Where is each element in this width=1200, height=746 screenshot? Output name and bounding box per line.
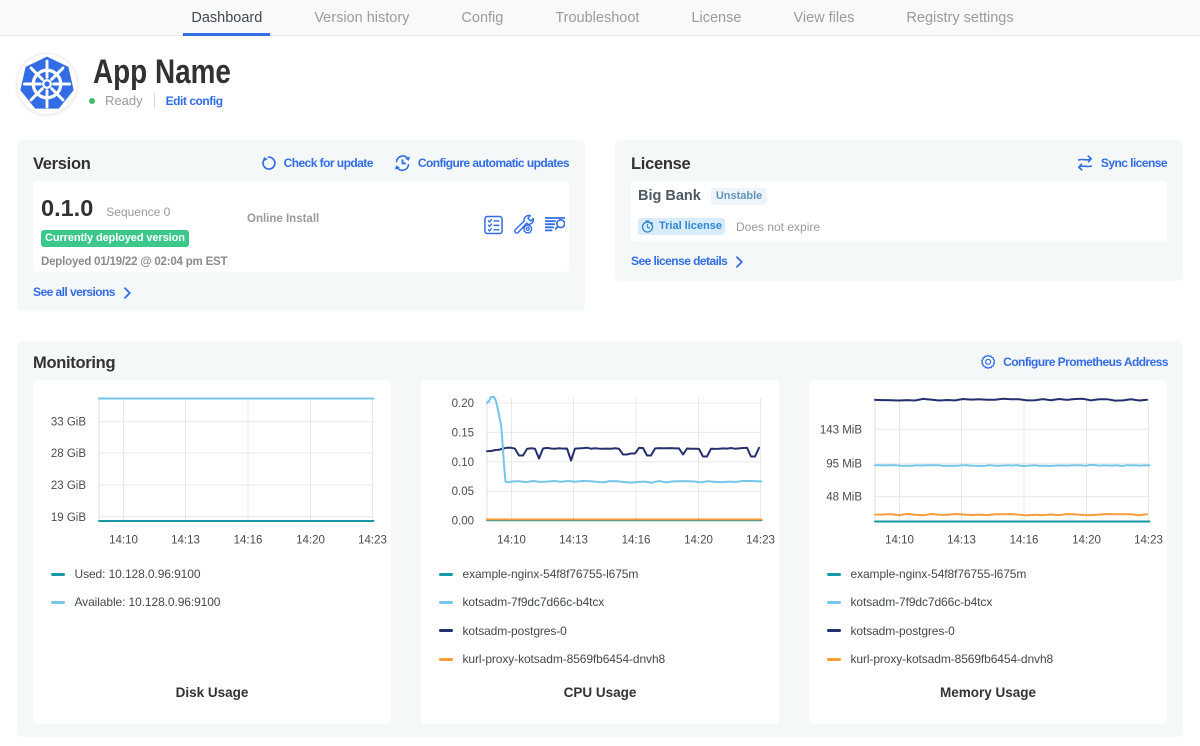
svg-text:14:13: 14:13 (947, 535, 976, 547)
svg-text:0.15: 0.15 (452, 427, 474, 439)
svg-text:14:16: 14:16 (622, 535, 651, 547)
svg-text:14:20: 14:20 (296, 535, 325, 547)
svg-text:14:20: 14:20 (1072, 535, 1101, 547)
svg-text:0.00: 0.00 (452, 516, 474, 528)
svg-text:14:10: 14:10 (497, 535, 526, 547)
svg-text:0.05: 0.05 (452, 486, 474, 498)
svg-text:0.10: 0.10 (452, 457, 474, 469)
svg-text:14:20: 14:20 (684, 535, 713, 547)
svg-text:33 GiB: 33 GiB (51, 417, 86, 429)
svg-text:14:23: 14:23 (1134, 535, 1163, 547)
svg-text:14:23: 14:23 (358, 535, 387, 547)
svg-text:14:16: 14:16 (1010, 535, 1039, 547)
svg-text:95 MiB: 95 MiB (826, 458, 862, 470)
svg-text:14:13: 14:13 (171, 535, 200, 547)
svg-text:14:23: 14:23 (746, 535, 775, 547)
svg-text:14:10: 14:10 (885, 535, 914, 547)
svg-text:14:16: 14:16 (234, 535, 263, 547)
svg-text:143 MiB: 143 MiB (820, 424, 863, 436)
svg-text:48 MiB: 48 MiB (826, 492, 862, 504)
svg-text:19 GiB: 19 GiB (51, 512, 86, 524)
svg-text:14:13: 14:13 (559, 535, 588, 547)
svg-text:28 GiB: 28 GiB (51, 448, 86, 460)
svg-text:14:10: 14:10 (109, 535, 138, 547)
svg-text:0.20: 0.20 (452, 398, 474, 410)
svg-text:23 GiB: 23 GiB (51, 480, 86, 492)
